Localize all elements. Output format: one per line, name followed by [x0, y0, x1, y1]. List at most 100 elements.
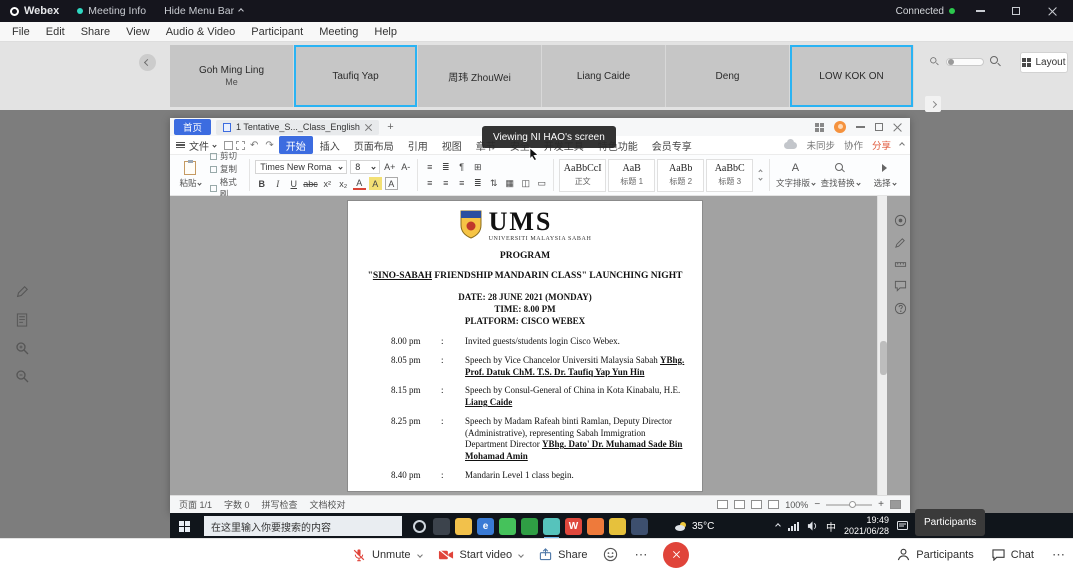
menubar-item[interactable]: Edit: [38, 26, 73, 38]
view-mode-icon[interactable]: [734, 500, 745, 509]
wps-account-avatar[interactable]: [834, 121, 846, 133]
paragraph-button[interactable]: ≣: [439, 161, 452, 174]
new-tab-button[interactable]: +: [384, 121, 397, 134]
paragraph-button[interactable]: ▦: [503, 177, 516, 190]
taskbar-clock[interactable]: 19:49 2021/06/28: [844, 515, 889, 537]
chevron-down-icon[interactable]: [518, 552, 524, 558]
taskbar-app-wps[interactable]: W: [565, 518, 582, 535]
menubar-item[interactable]: File: [4, 26, 38, 38]
format-button[interactable]: I: [271, 177, 284, 190]
apps-grid-icon[interactable]: [815, 123, 824, 132]
taskbar-app-blue-dark-app[interactable]: [631, 518, 648, 535]
undo-icon[interactable]: ↶: [248, 140, 260, 151]
vertical-scrollbar[interactable]: [877, 196, 887, 495]
start-button[interactable]: [170, 513, 198, 539]
format-button[interactable]: A: [353, 177, 366, 190]
chevron-down-icon[interactable]: [417, 552, 423, 558]
paragraph-button[interactable]: ≡: [455, 177, 468, 190]
menubar-item[interactable]: View: [118, 26, 158, 38]
menubar-item[interactable]: Help: [366, 26, 405, 38]
ribbon-tab[interactable]: 会员专享: [645, 136, 699, 154]
taskbar-app-cortana[interactable]: [413, 520, 426, 533]
filmstrip-previous-button[interactable]: [139, 54, 156, 71]
zoom-level[interactable]: 100%: [785, 500, 808, 510]
print-icon[interactable]: [236, 141, 245, 150]
fullscreen-icon[interactable]: [890, 500, 901, 509]
font-name-select[interactable]: Times New Roma: [255, 160, 347, 174]
ribbon-tab[interactable]: 插入: [313, 136, 347, 154]
video-tile[interactable]: Goh Ming LingMe: [170, 45, 294, 107]
collapse-ribbon-icon[interactable]: [899, 142, 905, 148]
close-tab-icon[interactable]: [365, 124, 372, 131]
copy-button[interactable]: 复制: [210, 163, 244, 175]
zoom-knob[interactable]: [948, 59, 954, 65]
status-spellcheck[interactable]: 拼写检查: [262, 498, 298, 511]
tray-expand-icon[interactable]: [775, 523, 781, 529]
style-preset[interactable]: AaBb标题 2: [657, 159, 704, 192]
more-options-button[interactable]: ⋯: [634, 547, 647, 563]
help-tool-icon[interactable]: [894, 302, 907, 315]
leave-meeting-button[interactable]: [663, 542, 689, 568]
share-button[interactable]: Share: [539, 548, 587, 561]
video-tile[interactable]: Taufiq Yap: [294, 45, 418, 107]
zoom-in-icon[interactable]: [12, 338, 32, 358]
taskbar-app-edge[interactable]: e: [477, 518, 494, 535]
format-button[interactable]: abc: [303, 177, 318, 190]
paragraph-button[interactable]: ⇅: [487, 177, 500, 190]
menubar-item[interactable]: Meeting: [311, 26, 366, 38]
gallery-down-icon[interactable]: [759, 176, 763, 180]
paragraph-button[interactable]: ¶: [455, 161, 468, 174]
status-word-count[interactable]: 字数 0: [224, 498, 250, 511]
menubar-item[interactable]: Audio & Video: [158, 26, 244, 38]
taskbar-app-wechat[interactable]: [499, 518, 516, 535]
comment-tool-icon[interactable]: [894, 280, 907, 293]
font-size-select[interactable]: 8: [350, 160, 380, 174]
format-button[interactable]: U: [287, 177, 300, 190]
zoom-out-button[interactable]: −: [814, 499, 820, 510]
ribbon-tab[interactable]: 开始: [279, 136, 313, 154]
zoom-out-icon[interactable]: [930, 57, 939, 66]
video-tile[interactable]: Liang Caide: [542, 45, 666, 107]
ruler-tool-icon[interactable]: [894, 258, 907, 271]
zoom-in-button[interactable]: +: [878, 499, 884, 510]
menubar-item[interactable]: Share: [73, 26, 118, 38]
taskbar-app-task-view[interactable]: [433, 518, 450, 535]
wps-document-tab[interactable]: 1 Tentative_S..._Class_English: [216, 120, 379, 135]
volume-icon[interactable]: [807, 521, 818, 531]
taskbar-app-firefox[interactable]: [587, 518, 604, 535]
status-page[interactable]: 页面 1/1: [179, 498, 212, 511]
notes-page-icon[interactable]: [12, 310, 32, 330]
filmstrip-zoom-slider[interactable]: [946, 58, 984, 66]
view-mode-icon[interactable]: [751, 500, 762, 509]
paragraph-button[interactable]: ◫: [519, 177, 532, 190]
font-size-button[interactable]: A+: [383, 161, 396, 174]
cut-button[interactable]: 剪切: [210, 150, 244, 162]
minimize-button[interactable]: [969, 2, 991, 20]
scrollbar-thumb[interactable]: [880, 341, 887, 375]
target-tool-icon[interactable]: [894, 214, 907, 227]
wps-home-tab[interactable]: 首页: [174, 119, 211, 135]
ribbon-tab[interactable]: 引用: [401, 136, 435, 154]
zoom-out-icon[interactable]: [12, 366, 32, 386]
video-tile[interactable]: LOW KOK ON: [790, 45, 914, 107]
status-zoom-slider[interactable]: [826, 504, 872, 506]
chat-button[interactable]: Chat: [992, 549, 1034, 561]
paragraph-button[interactable]: ≡: [439, 177, 452, 190]
paragraph-button[interactable]: ≣: [471, 177, 484, 190]
video-tile[interactable]: Deng: [666, 45, 790, 107]
style-preset[interactable]: AaBbC标题 3: [706, 159, 753, 192]
paragraph-button[interactable]: ≡: [423, 177, 436, 190]
ribbon-tab[interactable]: 页面布局: [347, 136, 401, 154]
status-proofread[interactable]: 文档校对: [310, 498, 346, 511]
layout-button[interactable]: Layout: [1020, 52, 1068, 73]
unmute-button[interactable]: Unmute: [352, 548, 422, 562]
menubar-item[interactable]: Participant: [243, 26, 311, 38]
taskbar-weather[interactable]: 35°C: [674, 521, 714, 532]
participants-button[interactable]: Participants: [897, 548, 973, 561]
filmstrip-collapse-button[interactable]: [925, 96, 941, 112]
gallery-up-icon[interactable]: [759, 169, 763, 173]
paragraph-button[interactable]: ⊞: [471, 161, 484, 174]
redo-icon[interactable]: ↷: [263, 140, 275, 151]
reactions-button[interactable]: [603, 547, 618, 562]
hide-menu-bar-button[interactable]: Hide Menu Bar: [164, 5, 243, 17]
